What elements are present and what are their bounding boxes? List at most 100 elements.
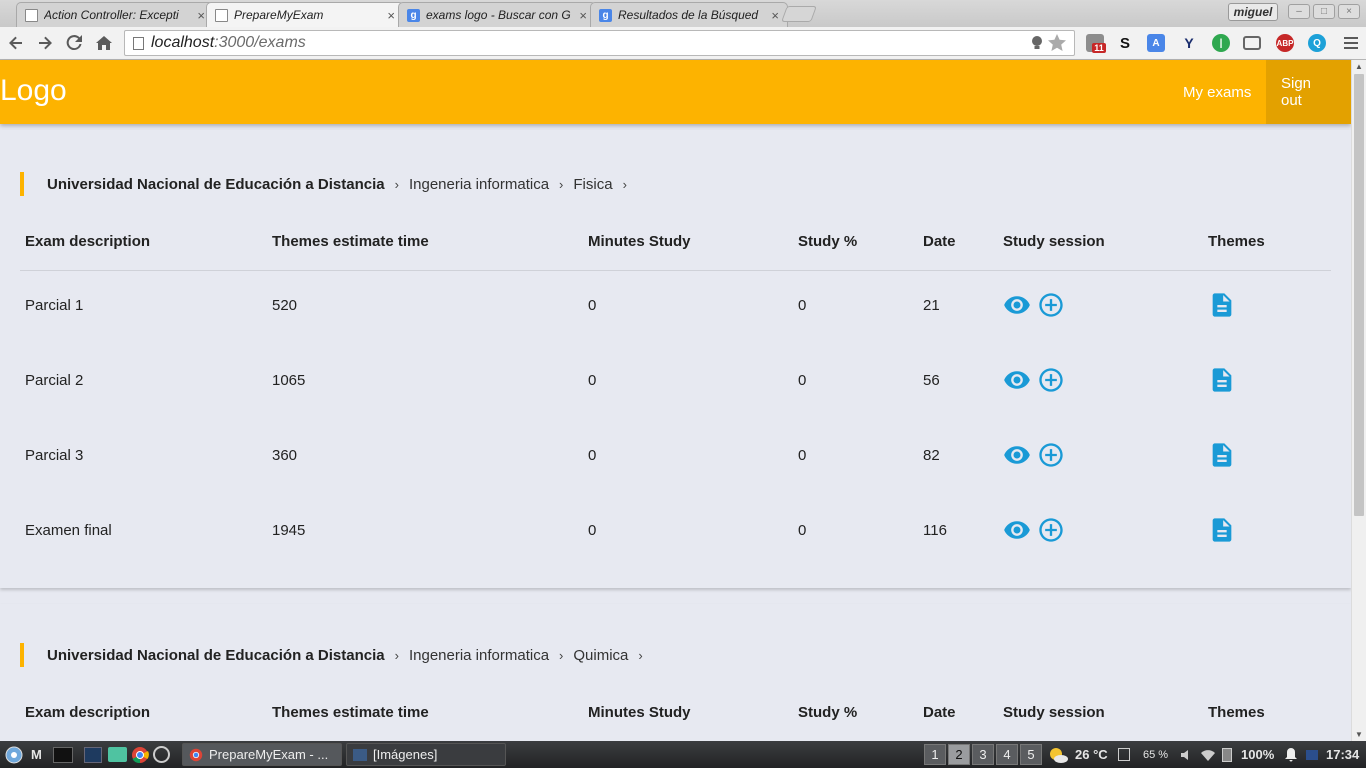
document-icon[interactable] bbox=[1208, 366, 1236, 394]
close-tab-icon[interactable]: × bbox=[197, 8, 205, 23]
page-info-icon[interactable] bbox=[133, 37, 144, 50]
page-favicon-icon bbox=[25, 8, 38, 22]
add-circle-icon[interactable] bbox=[1037, 291, 1065, 319]
document-icon[interactable] bbox=[1208, 441, 1236, 469]
extension-y-icon[interactable]: Y bbox=[1180, 34, 1198, 52]
workspace-2[interactable]: 2 bbox=[948, 744, 970, 765]
battery-icon[interactable] bbox=[1222, 744, 1232, 765]
column-header: Themes bbox=[1208, 233, 1265, 250]
new-tab-button[interactable] bbox=[781, 6, 817, 22]
search-extension-icon[interactable]: Q bbox=[1308, 34, 1326, 52]
study-session-actions bbox=[1003, 441, 1065, 469]
table-header: Exam description Themes estimate time Mi… bbox=[20, 233, 1331, 271]
exam-group-card: Universidad Nacional de Educación a Dist… bbox=[0, 604, 1351, 741]
console-launcher-icon[interactable] bbox=[84, 744, 102, 765]
close-tab-icon[interactable]: × bbox=[387, 8, 395, 23]
themes-estimate-time: 360 bbox=[272, 447, 298, 464]
tab-exams-logo-search[interactable]: g exams logo - Buscar con G × bbox=[398, 2, 596, 27]
scrollbar-thumb[interactable] bbox=[1354, 74, 1364, 516]
notes-icon[interactable] bbox=[1118, 744, 1130, 765]
view-eye-icon[interactable] bbox=[1003, 291, 1031, 319]
close-tab-icon[interactable]: × bbox=[771, 8, 779, 23]
forward-arrow-icon[interactable] bbox=[34, 32, 56, 54]
extension-green-icon[interactable]: | bbox=[1212, 34, 1230, 52]
view-eye-icon[interactable] bbox=[1003, 441, 1031, 469]
bookmark-star-icon[interactable] bbox=[1048, 34, 1066, 51]
file-manager-icon[interactable] bbox=[108, 744, 127, 765]
breadcrumb-degree[interactable]: Ingeneria informatica bbox=[409, 176, 549, 193]
weather-icon[interactable] bbox=[1048, 744, 1068, 765]
table-row: Parcial 3 360 0 0 82 bbox=[20, 443, 1331, 467]
scroll-up-icon[interactable]: ▲ bbox=[1355, 62, 1363, 71]
breadcrumb: Universidad Nacional de Educación a Dist… bbox=[20, 643, 653, 667]
back-arrow-icon[interactable] bbox=[5, 32, 27, 54]
logo[interactable]: Logo bbox=[0, 74, 67, 108]
google-favicon-icon: g bbox=[407, 8, 420, 22]
chrome-launcher-icon[interactable] bbox=[131, 744, 149, 765]
close-tab-icon[interactable]: × bbox=[579, 8, 587, 23]
add-circle-icon[interactable] bbox=[1037, 516, 1065, 544]
breadcrumb-subject[interactable]: Fisica bbox=[573, 176, 612, 193]
document-icon[interactable] bbox=[1208, 516, 1236, 544]
exam-description: Examen final bbox=[25, 522, 112, 539]
notification-bell-icon[interactable] bbox=[1285, 744, 1297, 765]
page-scrollbar[interactable]: ▲ ▼ bbox=[1351, 60, 1366, 741]
workspace-5[interactable]: 5 bbox=[1020, 744, 1042, 765]
profile-button[interactable]: miguel bbox=[1228, 3, 1278, 21]
volume-icon[interactable] bbox=[1180, 744, 1194, 765]
tab-search-results[interactable]: g Resultados de la Búsqued × bbox=[590, 2, 788, 27]
breadcrumb-degree[interactable]: Ingeneria informatica bbox=[409, 647, 549, 664]
minimize-window-button[interactable]: – bbox=[1288, 4, 1310, 19]
gmail-checker-icon[interactable]: 11 bbox=[1086, 34, 1106, 53]
exam-date: 56 bbox=[923, 372, 940, 389]
close-window-button[interactable]: × bbox=[1338, 4, 1360, 19]
maximize-window-button[interactable]: □ bbox=[1313, 4, 1335, 19]
add-circle-icon[interactable] bbox=[1037, 366, 1065, 394]
cpu-usage: 65 % bbox=[1143, 748, 1169, 761]
url-path: :3000/exams bbox=[214, 34, 306, 51]
app-header: Logo My exams Sign out bbox=[0, 60, 1351, 124]
workspace-4[interactable]: 4 bbox=[996, 744, 1018, 765]
add-circle-icon[interactable] bbox=[1037, 441, 1065, 469]
workspace-1[interactable]: 1 bbox=[924, 744, 946, 765]
clock[interactable]: 17:34 bbox=[1326, 744, 1359, 765]
cast-icon[interactable] bbox=[1243, 36, 1261, 50]
column-header: Study session bbox=[1003, 233, 1105, 250]
view-eye-icon[interactable] bbox=[1003, 516, 1031, 544]
launcher-circle-icon[interactable] bbox=[153, 744, 170, 765]
table-row: Parcial 1 520 0 0 21 bbox=[20, 293, 1331, 317]
document-icon[interactable] bbox=[1208, 291, 1236, 319]
taskbar-task-images[interactable]: [Imágenes] bbox=[346, 743, 506, 766]
adblock-plus-icon[interactable]: ABP bbox=[1276, 34, 1294, 52]
page-favicon-icon bbox=[215, 8, 228, 22]
chrome-menu-icon[interactable] bbox=[1340, 32, 1362, 54]
lightbulb-icon[interactable] bbox=[1030, 35, 1044, 51]
terminal-launcher-icon[interactable] bbox=[53, 744, 73, 765]
table-row: Examen final 1945 0 0 116 bbox=[20, 518, 1331, 542]
themes-actions bbox=[1208, 291, 1236, 319]
my-exams-link[interactable]: My exams bbox=[1168, 60, 1266, 124]
tab-action-controller[interactable]: Action Controller: Excepti × bbox=[16, 2, 214, 27]
language-indicator-icon[interactable] bbox=[1306, 744, 1318, 765]
breadcrumb-subject[interactable]: Quimica bbox=[573, 647, 628, 664]
url-host: localhost bbox=[151, 34, 215, 51]
breadcrumb-university[interactable]: Universidad Nacional de Educación a Dist… bbox=[47, 647, 385, 664]
tab-preparemyexam[interactable]: PrepareMyExam × bbox=[206, 2, 404, 27]
sign-out-link[interactable]: Sign out bbox=[1266, 60, 1351, 124]
start-menu-icon[interactable] bbox=[5, 744, 23, 765]
taskbar-task-browser[interactable]: PrepareMyExam - ... bbox=[182, 743, 342, 766]
address-bar[interactable]: localhost:3000/exams bbox=[124, 30, 1075, 56]
home-icon[interactable] bbox=[93, 32, 115, 54]
translate-icon[interactable]: A bbox=[1147, 34, 1165, 52]
breadcrumb-university[interactable]: Universidad Nacional de Educación a Dist… bbox=[47, 176, 385, 193]
study-percent: 0 bbox=[798, 447, 807, 464]
wifi-icon[interactable] bbox=[1201, 744, 1215, 765]
study-session-actions bbox=[1003, 366, 1065, 394]
workspace-3[interactable]: 3 bbox=[972, 744, 994, 765]
table-row: Parcial 2 1065 0 0 56 bbox=[20, 368, 1331, 392]
extension-s-icon[interactable]: S bbox=[1116, 34, 1134, 52]
scroll-down-icon[interactable]: ▼ bbox=[1355, 730, 1363, 739]
view-eye-icon[interactable] bbox=[1003, 366, 1031, 394]
mail-launcher-icon[interactable]: M bbox=[31, 744, 42, 765]
reload-icon[interactable] bbox=[63, 32, 85, 54]
